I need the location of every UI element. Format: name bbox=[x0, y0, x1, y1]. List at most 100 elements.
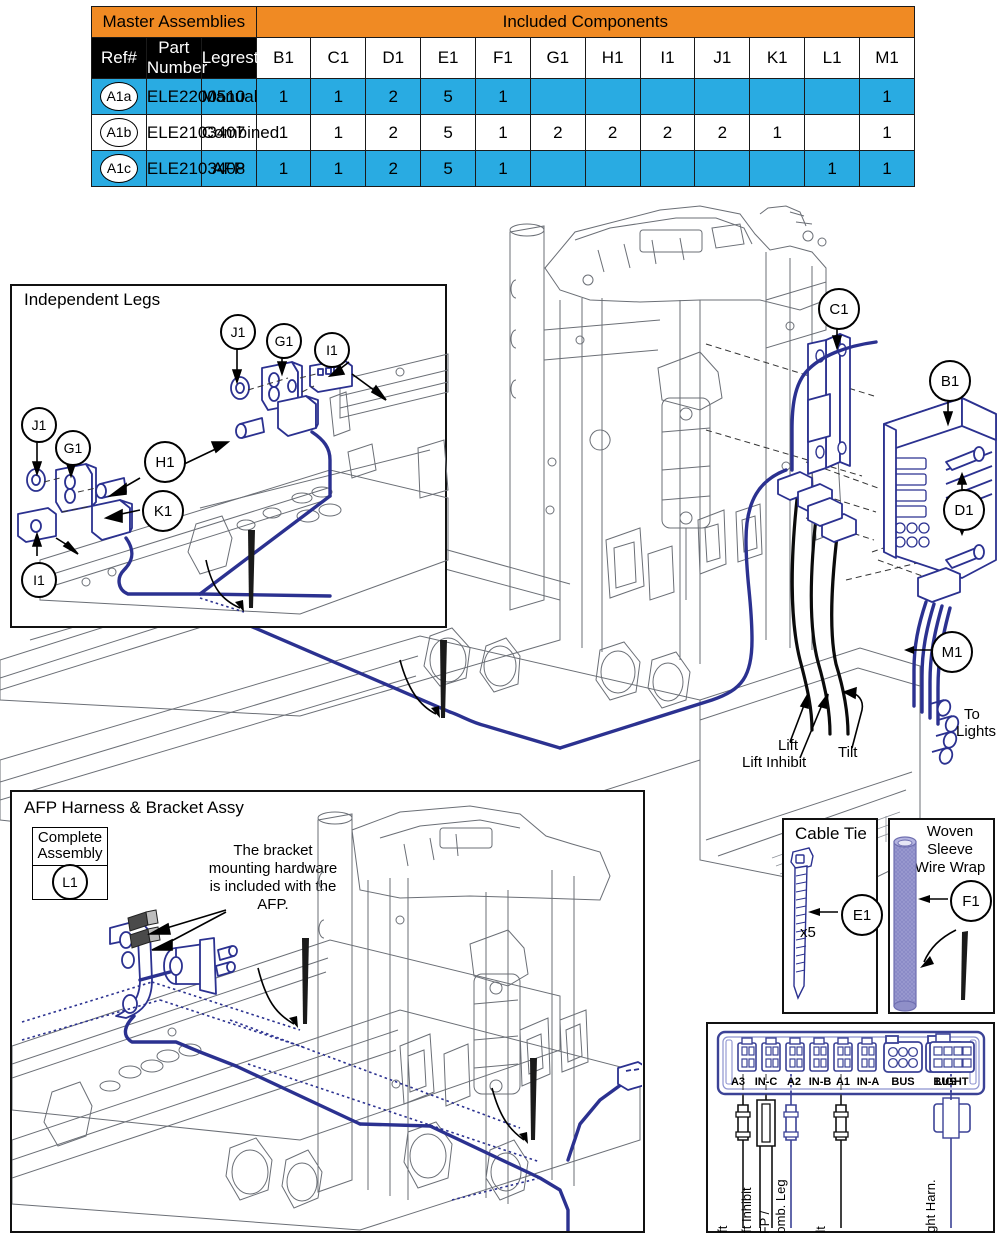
col-header-f1: F1 bbox=[475, 37, 531, 79]
col-header-m1: M1 bbox=[859, 37, 915, 79]
afp-bracket-assembly bbox=[22, 910, 648, 1232]
qty-cell-b1: 1 bbox=[255, 78, 312, 115]
legrests-cell: Combined bbox=[200, 114, 279, 151]
qty-cell-j1 bbox=[694, 150, 751, 187]
plug-light-harness bbox=[934, 1074, 970, 1228]
callout-m1: M1 bbox=[931, 631, 973, 673]
qty-cell-e1: 5 bbox=[420, 114, 477, 151]
col-header-j1: J1 bbox=[694, 37, 751, 79]
group-header-master-assemblies: Master Assemblies bbox=[91, 6, 257, 38]
qty-cell-l1: 1 bbox=[804, 150, 861, 187]
port-label-bus-1: BUS bbox=[891, 1076, 915, 1088]
qty-cell-h1 bbox=[584, 150, 641, 187]
label-tilt: Tilt bbox=[838, 744, 858, 761]
port-label-in-a: IN-A bbox=[856, 1076, 880, 1088]
qty-cell-i1 bbox=[639, 78, 696, 115]
col-header-ref: Ref# bbox=[91, 37, 147, 79]
qty-cell-g1: 2 bbox=[529, 114, 586, 151]
wire-label-lift: Lift bbox=[715, 1226, 730, 1233]
qty-cell-g1 bbox=[529, 78, 586, 115]
master-assemblies-table: Master Assemblies Included Components Re… bbox=[91, 6, 916, 187]
label-to: To bbox=[964, 706, 980, 723]
port-label-a2: A2 bbox=[786, 1076, 802, 1088]
qty-cell-k1: 1 bbox=[749, 114, 806, 151]
col-header-c1: C1 bbox=[310, 37, 367, 79]
qty-cell-e1: 5 bbox=[420, 150, 477, 187]
qty-cell-g1 bbox=[529, 150, 586, 187]
plug-tilt bbox=[834, 1074, 848, 1228]
callout-woven-sleeve-f1: F1 bbox=[950, 880, 992, 922]
table-row[interactable]: A1a ELE2200510 Manual 1 1 2 5 1 1 bbox=[91, 78, 915, 115]
qty-cell-d1: 2 bbox=[365, 114, 422, 151]
qty-cell-d1: 2 bbox=[365, 78, 422, 115]
callout-legs-k1: K1 bbox=[142, 490, 184, 532]
qty-cell-f1: 1 bbox=[475, 150, 531, 187]
upper-leg-subassembly bbox=[231, 360, 352, 496]
col-header-e1: E1 bbox=[420, 37, 477, 79]
col-header-l1: L1 bbox=[804, 37, 861, 79]
label-lift-inhibit: Lift Inhibit bbox=[742, 754, 807, 771]
part-number-cell: ELE2200510 bbox=[145, 78, 245, 115]
lower-leg-subassembly bbox=[18, 464, 330, 612]
qty-cell-b1: 1 bbox=[255, 150, 312, 187]
qty-cell-c1: 1 bbox=[310, 78, 367, 115]
cable-tie-glyph bbox=[791, 848, 838, 998]
label-lights: Lights bbox=[956, 723, 997, 740]
callout-cable-tie-e1: E1 bbox=[841, 894, 883, 936]
qty-cell-m1: 1 bbox=[859, 114, 915, 151]
wire-label-tilt: Tilt bbox=[813, 1226, 828, 1233]
qty-cell-e1: 5 bbox=[420, 78, 477, 115]
qty-cell-f1: 1 bbox=[475, 114, 531, 151]
table-group-header-row: Master Assemblies Included Components bbox=[91, 6, 916, 38]
qty-cell-l1 bbox=[804, 78, 861, 115]
callout-legs-i1-lower: I1 bbox=[21, 562, 57, 598]
qty-cell-h1: 2 bbox=[584, 114, 641, 151]
qty-cell-d1: 2 bbox=[365, 150, 422, 187]
label-lift: Lift bbox=[778, 737, 799, 754]
col-header-g1: G1 bbox=[529, 37, 586, 79]
cable-tie-quantity: x5 bbox=[800, 924, 816, 941]
qty-cell-k1 bbox=[749, 78, 806, 115]
woven-sleeve-glyph bbox=[894, 837, 916, 1011]
qty-cell-j1 bbox=[694, 78, 751, 115]
wire-label-lift-inhibit: Lift Inhibit bbox=[739, 1187, 754, 1233]
table-column-header-row: Ref# Part Number Legrests B1 C1 D1 E1 F1… bbox=[91, 37, 915, 79]
qty-cell-i1 bbox=[639, 150, 696, 187]
col-header-i1: I1 bbox=[639, 37, 696, 79]
qty-cell-i1: 2 bbox=[639, 114, 696, 151]
qty-cell-k1 bbox=[749, 150, 806, 187]
part-number-cell: ELE2103407 bbox=[145, 114, 245, 151]
callout-legs-h1: H1 bbox=[144, 441, 186, 483]
qty-cell-j1: 2 bbox=[694, 114, 751, 151]
col-header-d1: D1 bbox=[365, 37, 422, 79]
group-header-included-components: Included Components bbox=[255, 6, 916, 38]
callout-legs-g1-upper: G1 bbox=[266, 323, 302, 359]
ref-cell: A1a bbox=[91, 78, 147, 115]
legrests-cell: Manual bbox=[200, 78, 257, 115]
qty-cell-l1 bbox=[804, 114, 861, 151]
ref-cell: A1c bbox=[91, 150, 147, 187]
callout-legs-j1-lower: J1 bbox=[21, 407, 57, 443]
ref-badge: A1a bbox=[99, 82, 138, 111]
qty-cell-m1: 1 bbox=[859, 78, 915, 115]
qty-cell-h1 bbox=[584, 78, 641, 115]
parts-diagram-page: Master Assemblies Included Components Re… bbox=[0, 0, 1000, 1233]
port-label-in-c: IN-C bbox=[754, 1076, 778, 1088]
qty-cell-c1: 1 bbox=[310, 114, 367, 151]
wire-label-afp-line1: AFP / bbox=[757, 1210, 772, 1233]
callout-legs-j1-upper: J1 bbox=[220, 314, 256, 350]
qty-cell-f1: 1 bbox=[475, 78, 531, 115]
col-header-h1: H1 bbox=[584, 37, 641, 79]
part-number-cell: ELE2103408 bbox=[145, 150, 245, 187]
col-header-part-number: Part Number bbox=[145, 37, 208, 79]
qty-cell-c1: 1 bbox=[310, 150, 367, 187]
port-label-a3: A3 bbox=[730, 1076, 746, 1088]
callout-legs-i1-upper: I1 bbox=[314, 332, 350, 368]
table-row[interactable]: A1c ELE2103408 AFP 1 1 2 5 1 1 1 bbox=[91, 150, 915, 187]
qty-cell-m1: 1 bbox=[859, 150, 915, 187]
wire-label-afp-line2: Comb. Leg bbox=[773, 1179, 788, 1233]
port-label-light: LIGHT bbox=[935, 1076, 969, 1088]
table-row[interactable]: A1b ELE2103407 Combined 1 1 2 5 1 2 2 2 … bbox=[91, 114, 915, 151]
wire-label-light-harness: Light Harn. bbox=[923, 1179, 938, 1233]
ref-badge: A1c bbox=[99, 154, 138, 183]
